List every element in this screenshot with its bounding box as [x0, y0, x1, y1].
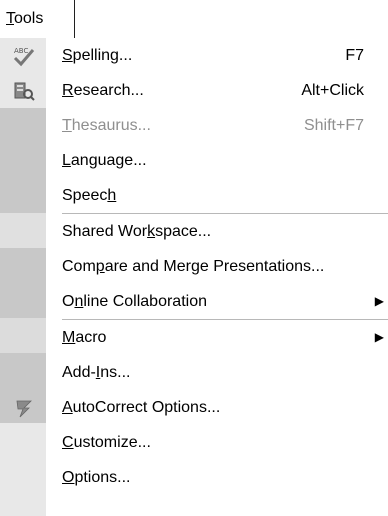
research-book-icon: [12, 79, 36, 103]
menu-item-spelling[interactable]: ABC Spelling... F7: [0, 38, 388, 73]
menu-item-label: Spelling...: [62, 47, 133, 64]
menu-item-add-ins[interactable]: Add-Ins...: [0, 355, 388, 390]
svg-text:ABC: ABC: [14, 47, 28, 55]
menu-tools-tab[interactable]: Tools: [0, 0, 75, 38]
menu-item-label: Thesaurus...: [62, 117, 151, 134]
menu-item-label: Customize...: [62, 434, 151, 451]
menu-item-label: Language...: [62, 152, 147, 169]
menu-item-research[interactable]: Research... Alt+Click: [0, 73, 388, 108]
menu-item-label: Shared Workspace...: [62, 223, 212, 240]
tools-dropdown-menu: ABC Spelling... F7 Research... Alt+Click…: [0, 38, 388, 516]
menu-item-label: Compare and Merge Presentations...: [62, 258, 325, 275]
submenu-arrow-icon: ▶: [374, 294, 384, 308]
menu-item-online-collaboration[interactable]: Online Collaboration ▶: [0, 284, 388, 319]
menu-item-label: Macro: [62, 329, 107, 346]
menu-item-label: Research...: [62, 82, 144, 99]
menu-item-shortcut: Alt+Click: [301, 82, 364, 99]
menu-item-options[interactable]: Options...: [0, 460, 388, 495]
menu-item-label: Add-Ins...: [62, 364, 131, 381]
menu-item-compare-merge[interactable]: Compare and Merge Presentations...: [0, 249, 388, 284]
autocorrect-lightning-icon: [12, 396, 36, 420]
menu-item-thesaurus[interactable]: Thesaurus... Shift+F7: [0, 108, 388, 143]
spelling-abc-check-icon: ABC: [12, 44, 36, 68]
menu-item-shortcut: Shift+F7: [303, 117, 364, 134]
submenu-arrow-icon: ▶: [374, 330, 384, 344]
menu-item-shortcut: F7: [345, 47, 364, 64]
menu-item-label: Speech: [62, 187, 117, 204]
menu-item-autocorrect-options[interactable]: AutoCorrect Options...: [0, 390, 388, 425]
menu-item-label: AutoCorrect Options...: [62, 399, 221, 416]
menu-item-label: Online Collaboration: [62, 293, 207, 310]
menu-item-language[interactable]: Language...: [0, 143, 388, 178]
menu-item-label: Options...: [62, 469, 131, 486]
menu-item-speech[interactable]: Speech: [0, 178, 388, 213]
menu-tools-label: Tools: [6, 10, 44, 27]
menu-item-shared-workspace[interactable]: Shared Workspace...: [0, 214, 388, 249]
menu-item-customize[interactable]: Customize...: [0, 425, 388, 460]
menu-item-macro[interactable]: Macro ▶: [0, 320, 388, 355]
